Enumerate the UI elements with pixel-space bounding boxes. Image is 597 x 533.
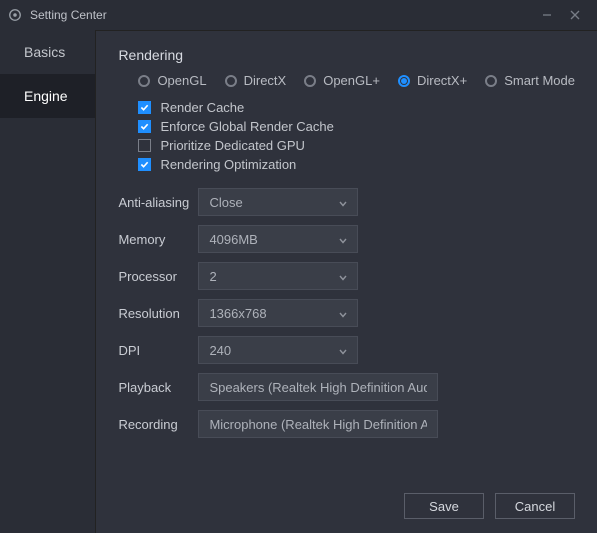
window-title: Setting Center [30,8,533,22]
label-resolution: Resolution [118,306,198,321]
select-value: 2 [209,269,216,284]
check-render-cache[interactable]: Render Cache [138,98,575,117]
chevron-down-icon [339,195,347,210]
select-dpi[interactable]: 240 [198,336,358,364]
radio-icon [138,75,150,87]
radio-label: OpenGL+ [323,73,380,88]
title-bar: Setting Center [0,0,597,30]
radio-icon [225,75,237,87]
minimize-button[interactable] [533,1,561,29]
label-recording: Recording [118,417,198,432]
chevron-down-icon [339,343,347,358]
chevron-down-icon [339,269,347,284]
check-label: Rendering Optimization [160,157,296,172]
radio-icon [485,75,497,87]
check-label: Render Cache [160,100,244,115]
radio-icon [304,75,316,87]
save-button[interactable]: Save [404,493,484,519]
radio-opengl[interactable]: OpenGL [138,73,206,88]
check-label: Enforce Global Render Cache [160,119,333,134]
label-processor: Processor [118,269,198,284]
checkbox-icon [138,101,151,114]
radio-smart-mode[interactable]: Smart Mode [485,73,575,88]
sidebar: Basics Engine [0,30,95,533]
select-processor[interactable]: 2 [198,262,358,290]
chevron-down-icon [339,232,347,247]
check-rendering-optimization[interactable]: Rendering Optimization [138,155,575,174]
select-value: 240 [209,343,231,358]
radio-icon [398,75,410,87]
check-enforce-global-cache[interactable]: Enforce Global Render Cache [138,117,575,136]
select-recording[interactable]: Microphone (Realtek High Definition Audi… [198,410,438,438]
radio-opengl-plus[interactable]: OpenGL+ [304,73,380,88]
radio-label: DirectX [244,73,287,88]
radio-label: Smart Mode [504,73,575,88]
render-mode-radios: OpenGL DirectX OpenGL+ DirectX+ Smart Mo… [138,73,575,88]
select-value: 1366x768 [209,306,266,321]
radio-directx-plus[interactable]: DirectX+ [398,73,467,88]
select-playback[interactable]: Speakers (Realtek High Definition Audio) [198,373,438,401]
label-anti-aliasing: Anti-aliasing [118,195,198,210]
select-value: Speakers (Realtek High Definition Audio) [209,380,427,395]
main-panel: Rendering OpenGL DirectX OpenGL+ DirectX… [95,30,597,533]
checkbox-icon [138,120,151,133]
check-label: Prioritize Dedicated GPU [160,138,305,153]
select-memory[interactable]: 4096MB [198,225,358,253]
select-resolution[interactable]: 1366x768 [198,299,358,327]
section-title-rendering: Rendering [118,47,575,63]
select-value: Microphone (Realtek High Definition Audi… [209,417,427,432]
select-anti-aliasing[interactable]: Close [198,188,358,216]
radio-directx[interactable]: DirectX [225,73,287,88]
chevron-down-icon [339,306,347,321]
select-value: Close [209,195,242,210]
close-button[interactable] [561,1,589,29]
radio-label: OpenGL [157,73,206,88]
footer-buttons: Save Cancel [118,481,575,519]
app-logo-icon [8,8,22,22]
label-playback: Playback [118,380,198,395]
label-memory: Memory [118,232,198,247]
sidebar-item-engine[interactable]: Engine [0,74,95,118]
checkbox-icon [138,158,151,171]
label-dpi: DPI [118,343,198,358]
radio-label: DirectX+ [417,73,467,88]
render-checkboxes: Render Cache Enforce Global Render Cache… [138,98,575,174]
check-prioritize-gpu[interactable]: Prioritize Dedicated GPU [138,136,575,155]
select-value: 4096MB [209,232,257,247]
cancel-button[interactable]: Cancel [495,493,575,519]
sidebar-item-basics[interactable]: Basics [0,30,95,74]
checkbox-icon [138,139,151,152]
